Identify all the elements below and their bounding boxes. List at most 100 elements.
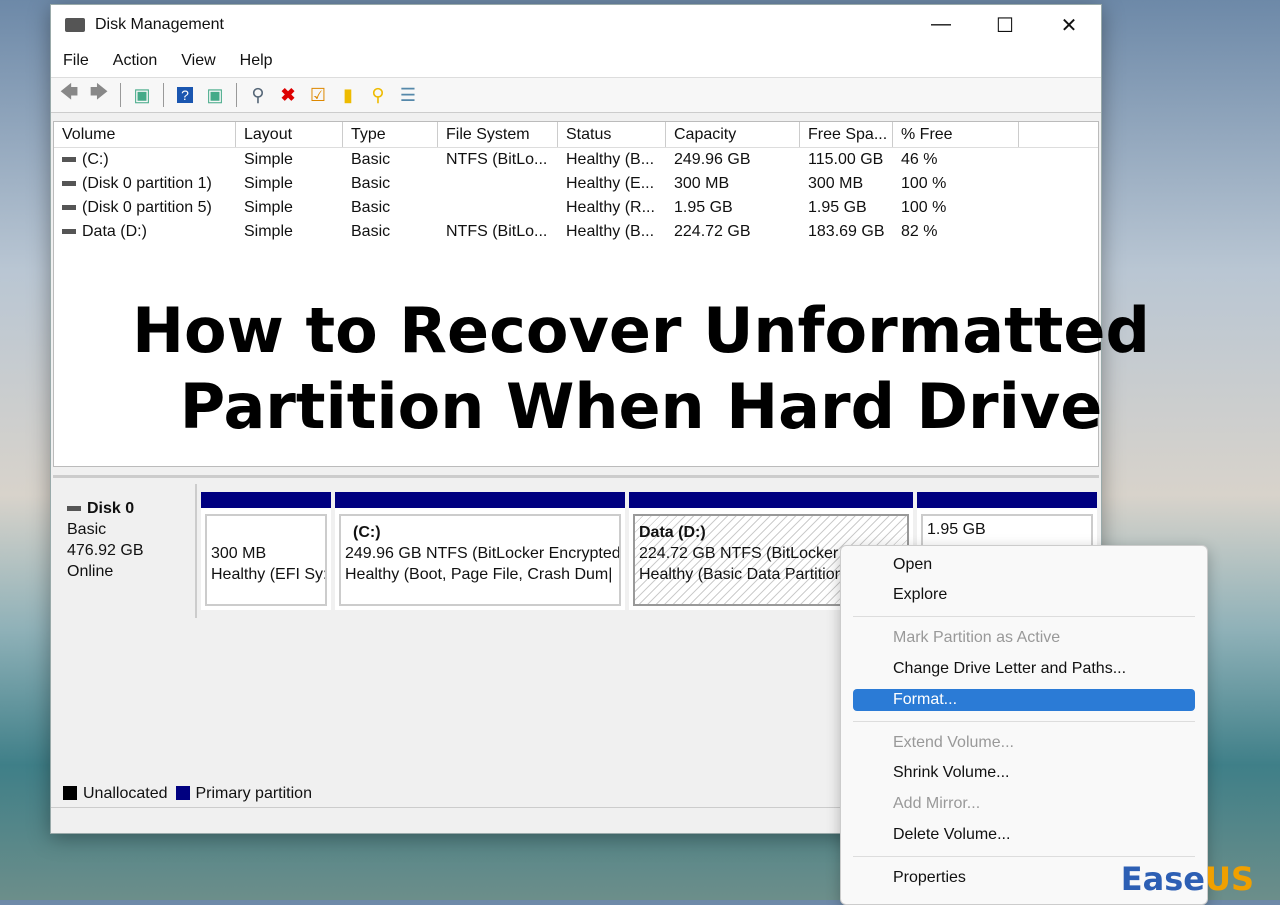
cell-text: 1.95 GB [808, 199, 867, 216]
table-cell: Basic [343, 199, 438, 217]
column-header-volume[interactable]: Volume [54, 122, 236, 147]
cell-text: NTFS (BitLo... [446, 223, 548, 240]
unallocated-swatch [63, 786, 77, 800]
connect-disk-icon[interactable]: ⚲ [246, 83, 270, 107]
cell-text: (C:) [82, 151, 109, 168]
volume-icon [62, 157, 76, 163]
table-cell: Healthy (B... [558, 223, 666, 241]
table-row[interactable]: (Disk 0 partition 5) Simple Basic Healthy (… [54, 196, 1098, 220]
menu-item-format[interactable]: Format... [853, 689, 1195, 711]
table-cell: Healthy (B... [558, 151, 666, 169]
cell-text: Simple [244, 175, 293, 192]
menu-help[interactable]: Help [240, 52, 273, 70]
overlay-line-2: Partition When Hard Drive [179, 370, 1103, 443]
table-row[interactable]: (C:) Simple Basic NTFS (BitLo... Healthy (B.… [54, 148, 1098, 172]
cell-text: Healthy (B... [566, 151, 655, 168]
table-cell: Healthy (R... [558, 199, 666, 217]
close-button[interactable]: ✕ [1037, 13, 1101, 38]
overlay-line-1: How to Recover Unformatted [132, 294, 1150, 367]
toolbar-separator [163, 83, 164, 107]
cell-text: (Disk 0 partition 1) [82, 175, 212, 192]
menu-item-open[interactable]: Open [853, 554, 1195, 576]
forward-icon[interactable]: 🡆 [87, 82, 111, 107]
legend: Unallocated Primary partition [63, 785, 312, 803]
table-row[interactable]: Data (D:) Simple Basic NTFS (BitLo... Health… [54, 220, 1098, 244]
cell-text: Simple [244, 223, 293, 240]
cell-text: 100 % [901, 175, 947, 192]
menu-item-delete-volume[interactable]: Delete Volume... [853, 824, 1195, 846]
table-cell: 1.95 GB [666, 199, 800, 217]
menu-item-extend-volume: Extend Volume... [893, 734, 1014, 751]
table-cell: 100 % [893, 175, 1019, 193]
column-header-free-space[interactable]: Free Spa... [800, 122, 893, 147]
cell-text: 82 % [901, 223, 938, 240]
table-cell: 249.96 GB [666, 151, 800, 169]
toolbar-separator [236, 83, 237, 107]
volume-icon [62, 205, 76, 211]
cell-text: 300 MB [808, 175, 864, 192]
properties-icon[interactable]: ☑ [306, 83, 330, 107]
column-header-file-system[interactable]: File System [438, 122, 558, 147]
table-cell: 115.00 GB [800, 151, 893, 169]
cell-text: Healthy (E... [566, 175, 655, 192]
toolbar: 🡄 🡆 ▣ ? ▣ ⚲ ✖ ☑ ▮ ⚲ ☰ [51, 77, 1101, 113]
cell-text: Basic [351, 199, 391, 216]
cell-text: Healthy (B... [566, 223, 655, 240]
menu-separator [853, 616, 1195, 617]
column-header-status[interactable]: Status [558, 122, 666, 147]
primary-partition-bar [335, 492, 625, 508]
window-title: Disk Management [95, 16, 224, 33]
table-cell: (Disk 0 partition 1) [54, 175, 236, 193]
maximize-button[interactable]: ☐ [973, 13, 1037, 38]
menu-view[interactable]: View [181, 52, 215, 70]
disk-size: 476.92 GB [67, 542, 144, 559]
column-header-percent-free[interactable]: % Free [893, 122, 1019, 147]
cell-text: 224.72 GB [674, 223, 751, 240]
menu-separator [853, 856, 1195, 857]
partition-efi[interactable]: 300 MB Healthy (EFI Sy: [201, 492, 331, 610]
column-header-layout[interactable]: Layout [236, 122, 343, 147]
menu-item-shrink-volume[interactable]: Shrink Volume... [853, 762, 1195, 784]
disk-icon [67, 506, 81, 512]
cell-text: Simple [244, 151, 293, 168]
partition-c[interactable]: (C:) 249.96 GB NTFS (BitLocker Encrypted H… [335, 492, 625, 610]
disk-0-info[interactable]: Disk 0 Basic 476.92 GB Online [55, 484, 197, 618]
partition-status: Healthy (Boot, Page File, Crash Dum| [345, 566, 613, 583]
table-cell: Simple [236, 151, 343, 169]
menu-file[interactable]: File [63, 52, 89, 70]
help-icon[interactable]: ? [173, 83, 197, 107]
table-row[interactable]: (Disk 0 partition 1) Simple Basic Healthy (… [54, 172, 1098, 196]
primary-swatch [175, 786, 190, 800]
menu-bar: File Action View Help [51, 45, 1101, 77]
delete-icon[interactable]: ✖ [276, 83, 300, 107]
console-tree-icon[interactable]: ▣ [130, 83, 154, 107]
menu-item-explore[interactable]: Explore [853, 584, 1195, 606]
cell-text: Data (D:) [82, 223, 147, 240]
settings-list-icon[interactable]: ☰ [396, 83, 420, 107]
explore-icon[interactable]: ⚲ [366, 83, 390, 107]
table-cell: 300 MB [800, 175, 893, 193]
table-cell: Healthy (E... [558, 175, 666, 193]
partition-title: (C:) [353, 524, 381, 541]
table-cell: Simple [236, 223, 343, 241]
volume-icon [62, 229, 76, 235]
cell-text: 249.96 GB [674, 151, 751, 168]
table-cell: 1.95 GB [800, 199, 893, 217]
menu-item-change-drive-letter[interactable]: Change Drive Letter and Paths... [853, 658, 1195, 680]
column-header-capacity[interactable]: Capacity [666, 122, 800, 147]
disk-state: Online [67, 563, 114, 580]
toolbar-separator [120, 83, 121, 107]
cell-text: Basic [351, 175, 391, 192]
action-pane-icon[interactable]: ▣ [203, 83, 227, 107]
column-header-type[interactable]: Type [343, 122, 438, 147]
open-folder-icon[interactable]: ▮ [336, 83, 360, 107]
table-cell: (C:) [54, 151, 236, 169]
menu-action[interactable]: Action [113, 52, 157, 70]
article-title-overlay: How to Recover Unformatted Partition Whe… [51, 293, 1231, 445]
easeus-logo: EaseUS [1120, 860, 1254, 898]
table-cell: 224.72 GB [666, 223, 800, 241]
cell-text: Basic [351, 151, 391, 168]
minimize-button[interactable]: — [909, 13, 973, 38]
back-icon[interactable]: 🡄 [57, 82, 81, 107]
disk-name: Disk 0 [87, 500, 135, 517]
